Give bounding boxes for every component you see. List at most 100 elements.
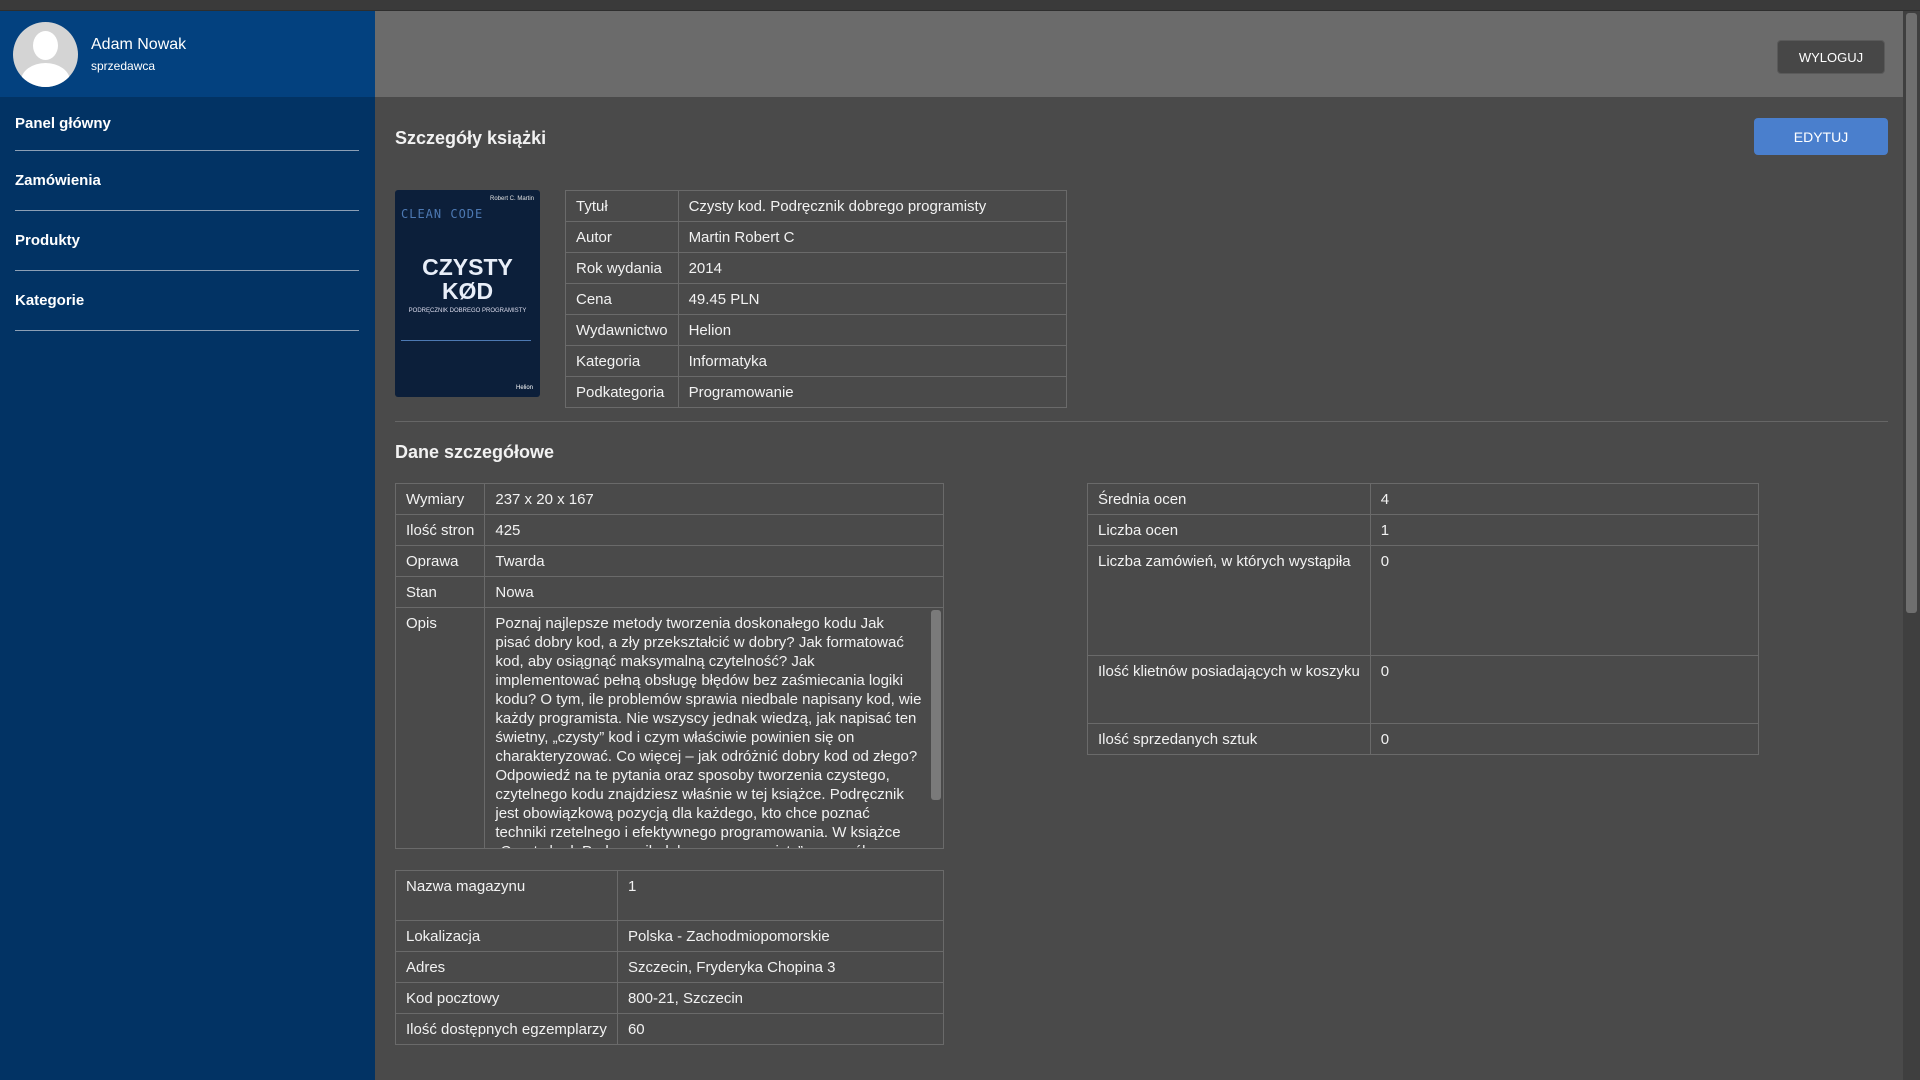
logout-button[interactable]: WYLOGUJ bbox=[1777, 40, 1885, 74]
table-row: Lokalizacja Polska - Zachodmiopomorskie bbox=[395, 920, 945, 952]
table-row: Tytuł Czysty kod. Podręcznik dobrego prog… bbox=[565, 190, 1068, 222]
row-label: Kod pocztowy bbox=[395, 982, 618, 1014]
table-row: Ilość sprzedanych sztuk 0 bbox=[1087, 723, 1760, 755]
row-value: 237 x 20 x 167 bbox=[484, 483, 944, 515]
cover-stripe bbox=[401, 340, 531, 341]
table-row: Nazwa magazynu 1 bbox=[395, 870, 945, 921]
cover-author: Robert C. Martin bbox=[489, 196, 534, 202]
sidebar: Adam Nowak sprzedawca Panel główny Zamów… bbox=[0, 11, 375, 1080]
sidebar-item-panel-glowny[interactable]: Panel główny bbox=[15, 97, 359, 151]
table-row: Kategoria Informatyka bbox=[565, 345, 1068, 377]
user-name: Adam Nowak bbox=[91, 35, 187, 53]
row-value: 0 bbox=[1369, 545, 1760, 656]
row-value: 1 bbox=[616, 870, 945, 921]
row-value: Informatyka bbox=[677, 345, 1068, 377]
row-label: Średnia ocen bbox=[1087, 483, 1371, 515]
row-value: 800-21, Szczecin bbox=[616, 982, 945, 1014]
row-value: 4 bbox=[1369, 483, 1760, 515]
avatar bbox=[13, 21, 78, 87]
table-row: Opis Poznaj najlepsze metody tworzenia d… bbox=[394, 607, 944, 849]
table-row: Oprawa Twarda bbox=[394, 545, 944, 577]
row-label: Ilość klietnów posiadających w koszyku bbox=[1087, 655, 1371, 724]
cover-publisher: Helion bbox=[515, 385, 533, 391]
row-label: Adres bbox=[395, 951, 618, 983]
row-label: Wydawnictwo bbox=[565, 314, 679, 346]
description-scrollbar[interactable] bbox=[931, 610, 941, 800]
warehouse-table: Nazwa magazynu 1 Lokalizacja Polska - Zach… bbox=[395, 870, 945, 1045]
table-row: Średnia ocen 4 bbox=[1087, 483, 1760, 515]
avatar-body-icon bbox=[21, 62, 70, 87]
row-label: Ilość stron bbox=[394, 514, 486, 546]
table-row: Adres Szczecin, Fryderyka Chopina 3 bbox=[395, 951, 945, 983]
row-label: Liczba zamówień, w których wystąpiła bbox=[1087, 545, 1371, 656]
row-value: Martin Robert C bbox=[677, 221, 1068, 253]
page-scrollbar[interactable] bbox=[1903, 11, 1920, 1080]
row-label: Tytuł bbox=[565, 190, 679, 222]
row-label: Kategoria bbox=[565, 345, 679, 377]
table-row: Kod pocztowy 800-21, Szczecin bbox=[395, 982, 945, 1014]
row-value: Nowa bbox=[484, 576, 944, 608]
row-value: Szczecin, Fryderyka Chopina 3 bbox=[616, 951, 945, 983]
table-row: Ilość dostępnych egzemplarzy 60 bbox=[395, 1013, 945, 1045]
row-label: Lokalizacja bbox=[395, 920, 618, 952]
row-label: Stan bbox=[394, 576, 486, 608]
row-value: Polska - Zachodmiopomorskie bbox=[616, 920, 945, 952]
row-value: Programowanie bbox=[677, 376, 1068, 408]
user-profile: Adam Nowak sprzedawca bbox=[0, 11, 375, 97]
row-value: 60 bbox=[616, 1013, 945, 1045]
table-row: Podkategoria Programowanie bbox=[565, 376, 1068, 408]
table-row: Liczba ocen 1 bbox=[1087, 514, 1760, 546]
window-top-strip bbox=[0, 0, 1920, 11]
table-row: Wydawnictwo Helion bbox=[565, 314, 1068, 346]
row-label: Autor bbox=[565, 221, 679, 253]
row-label: Rok wydania bbox=[565, 252, 679, 284]
table-row: Wymiary 237 x 20 x 167 bbox=[394, 483, 944, 515]
description-text[interactable]: Poznaj najlepsze metody tworzenia doskon… bbox=[485, 608, 943, 848]
row-label: Ilość dostępnych egzemplarzy bbox=[395, 1013, 618, 1045]
row-label: Ilość sprzedanych sztuk bbox=[1087, 723, 1371, 755]
table-row: Ilość stron 425 bbox=[394, 514, 944, 546]
cover-title-line1: CZYSTY bbox=[422, 254, 513, 280]
description-cell[interactable]: Poznaj najlepsze metody tworzenia doskon… bbox=[484, 607, 944, 849]
sidebar-item-zamowienia[interactable]: Zamówienia bbox=[15, 151, 359, 211]
book-details-table: Wymiary 237 x 20 x 167 Ilość stron 425 Opr… bbox=[394, 483, 944, 849]
row-label: Cena bbox=[565, 283, 679, 315]
row-value: Czysty kod. Podręcznik dobrego programis… bbox=[677, 190, 1068, 222]
sidebar-nav: Panel główny Zamówienia Produkty Kategor… bbox=[0, 97, 375, 331]
table-row: Cena 49.45 PLN bbox=[565, 283, 1068, 315]
cover-title-line2: KØD bbox=[441, 278, 494, 304]
row-value: 0 bbox=[1369, 723, 1760, 755]
row-value: 425 bbox=[484, 514, 944, 546]
cover-subtitle: PODRĘCZNIK DOBREGO PROGRAMISTY bbox=[408, 308, 527, 314]
table-row: Rok wydania 2014 bbox=[565, 252, 1068, 284]
row-value: 0 bbox=[1369, 655, 1760, 724]
row-value: 1 bbox=[1369, 514, 1760, 546]
top-header: WYLOGUJ bbox=[375, 11, 1903, 97]
table-row: Ilość klietnów posiadających w koszyku 0 bbox=[1087, 655, 1760, 724]
row-value: Helion bbox=[677, 314, 1068, 346]
table-row: Stan Nowa bbox=[394, 576, 944, 608]
avatar-head-icon bbox=[33, 30, 58, 60]
row-label: Opis bbox=[394, 607, 486, 849]
cover-bg-text: CLEAN CODE bbox=[401, 207, 484, 221]
page-title: Szczegóły książki bbox=[395, 128, 547, 148]
section-divider bbox=[395, 421, 1888, 422]
row-value: 49.45 PLN bbox=[677, 283, 1068, 315]
section-title-details: Dane szczegółowe bbox=[395, 442, 555, 462]
row-label: Liczba ocen bbox=[1087, 514, 1371, 546]
edit-button[interactable]: EDYTUJ bbox=[1754, 118, 1888, 155]
page-scrollbar-thumb[interactable] bbox=[1906, 13, 1917, 613]
book-stats-table: Średnia ocen 4 Liczba ocen 1 Liczba zamówi… bbox=[1087, 483, 1760, 755]
row-value: Twarda bbox=[484, 545, 944, 577]
row-label: Wymiary bbox=[394, 483, 486, 515]
table-row: Liczba zamówień, w których wystąpiła 0 bbox=[1087, 545, 1760, 656]
row-label: Oprawa bbox=[394, 545, 486, 577]
row-label: Nazwa magazynu bbox=[395, 870, 618, 921]
sidebar-item-produkty[interactable]: Produkty bbox=[15, 211, 359, 271]
book-cover-image: Robert C. Martin CLEAN CODE CZYSTY KØD P… bbox=[395, 190, 540, 397]
book-basic-info-table: Tytuł Czysty kod. Podręcznik dobrego prog… bbox=[565, 190, 1068, 408]
row-value: 2014 bbox=[677, 252, 1068, 284]
profile-text: Adam Nowak sprzedawca bbox=[91, 36, 186, 73]
table-row: Autor Martin Robert C bbox=[565, 221, 1068, 253]
sidebar-item-kategorie[interactable]: Kategorie bbox=[15, 271, 359, 331]
